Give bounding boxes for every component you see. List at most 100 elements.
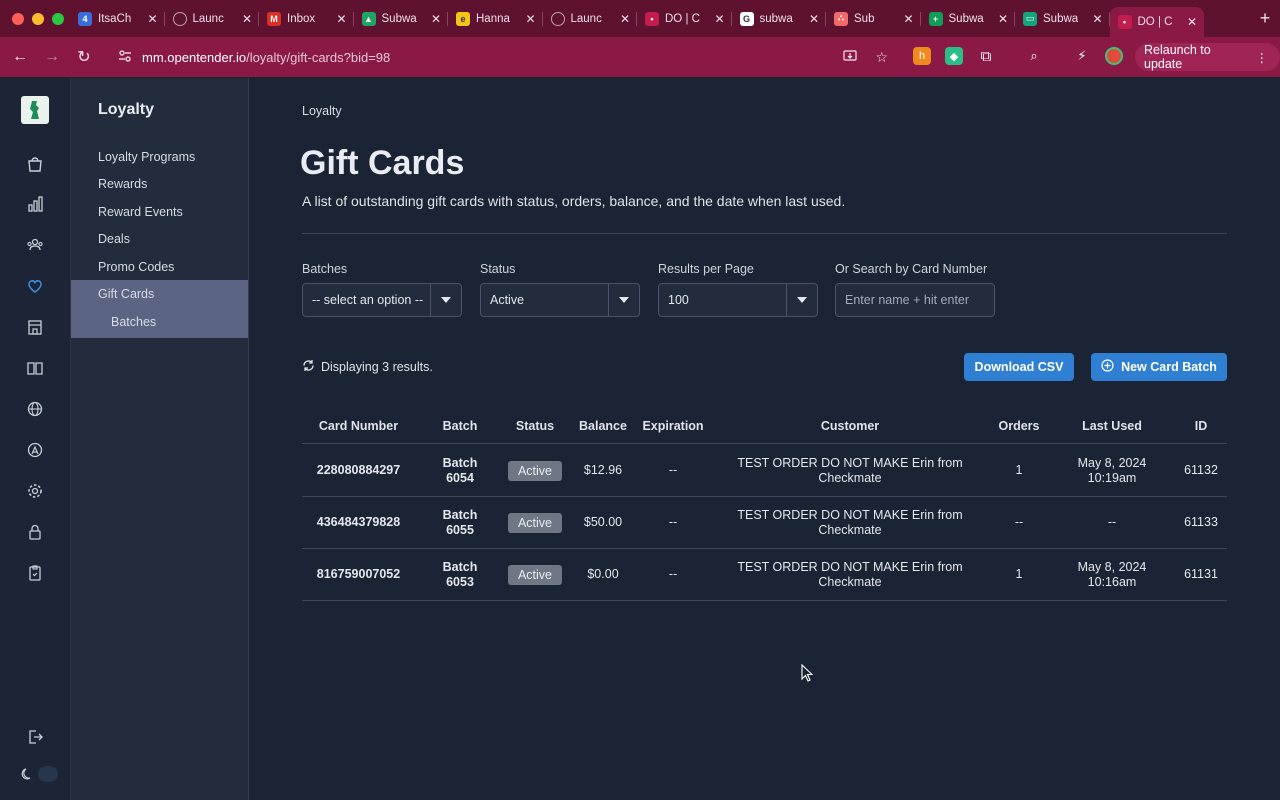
col-card-number[interactable]: Card Number <box>302 419 415 433</box>
relaunch-button[interactable]: Relaunch to update ⋮ <box>1135 43 1280 71</box>
profile-avatar[interactable] <box>1105 47 1123 65</box>
apps-store-icon[interactable] <box>25 440 45 460</box>
browser-tab[interactable]: Gsubwa ✕ <box>732 4 827 34</box>
browser-tab[interactable]: ∴ Sub ✕ <box>826 4 921 34</box>
back-icon[interactable]: ← <box>4 48 36 66</box>
close-tab-icon[interactable]: ✕ <box>336 12 348 26</box>
table-row[interactable]: 228080884297 Batch 6054 Active $12.96 -- … <box>302 445 1227 497</box>
col-balance[interactable]: Balance <box>570 419 636 433</box>
browser-tab[interactable]: e Hanna ✕ <box>448 4 543 34</box>
col-last-used[interactable]: Last Used <box>1068 419 1156 433</box>
dark-mode-toggle[interactable] <box>38 766 58 782</box>
app-logo[interactable] <box>21 96 49 124</box>
status-badge: Active <box>508 565 562 585</box>
status-badge: Active <box>508 461 562 481</box>
close-tab-icon[interactable]: ✕ <box>525 12 537 26</box>
batch-number: 6053 <box>446 575 474 589</box>
card-number[interactable]: 436484379828 <box>302 515 415 530</box>
reload-icon[interactable]: ↻ <box>68 47 100 67</box>
tab-title: Subwa <box>381 12 417 25</box>
subnav-item-deals[interactable]: Deals <box>71 225 248 252</box>
download-csv-button[interactable]: Download CSV <box>964 353 1074 381</box>
install-app-icon[interactable] <box>843 49 858 66</box>
performance-icon[interactable]: ⚡ <box>1073 47 1091 65</box>
customers-users-icon[interactable] <box>25 235 45 255</box>
batch-cell: Batch 6055 <box>430 508 490 538</box>
subnav-item-batches[interactable]: Batches <box>71 308 248 335</box>
tab-search-icon[interactable]: ⌕ <box>1025 47 1043 65</box>
batches-label: Batches <box>302 262 348 276</box>
col-customer[interactable]: Customer <box>722 419 978 433</box>
batches-select-value: -- select an option -- <box>312 293 424 307</box>
orders-bag-icon[interactable] <box>25 154 45 174</box>
table-row[interactable]: 816759007052 Batch 6053 Active $0.00 -- T… <box>302 549 1227 601</box>
browser-tab[interactable]: ▲ Subwa ✕ <box>354 4 449 34</box>
site-settings-icon[interactable] <box>118 49 132 66</box>
browser-tab[interactable]: Launc ✕ <box>165 4 260 34</box>
close-tab-icon[interactable]: ✕ <box>619 12 631 26</box>
clipboard-icon[interactable] <box>25 563 45 583</box>
table-row[interactable]: 436484379828 Batch 6055 Active $50.00 -- … <box>302 497 1227 549</box>
bookmark-star-icon[interactable]: ☆ <box>875 49 888 66</box>
security-lock-icon[interactable] <box>25 522 45 542</box>
subnav-item-reward-events[interactable]: Reward Events <box>71 198 248 225</box>
subnav-item-loyalty-programs[interactable]: Loyalty Programs <box>71 143 248 170</box>
col-id[interactable]: ID <box>1174 419 1228 433</box>
batches-select[interactable]: -- select an option -- <box>302 283 462 317</box>
close-tab-icon[interactable]: ✕ <box>430 12 442 26</box>
extension-green-icon[interactable]: ◆ <box>945 47 963 65</box>
breadcrumb[interactable]: Loyalty <box>302 104 342 118</box>
browser-tab[interactable]: + Subwa ✕ <box>921 4 1016 34</box>
col-expiration[interactable]: Expiration <box>638 419 708 433</box>
col-orders[interactable]: Orders <box>992 419 1046 433</box>
new-tab-button[interactable]: + <box>1250 8 1280 29</box>
globe-icon <box>172 11 187 26</box>
close-tab-icon[interactable]: ✕ <box>997 12 1009 26</box>
card-number[interactable]: 816759007052 <box>302 567 415 582</box>
web-globe-icon[interactable] <box>25 399 45 419</box>
settings-gear-icon[interactable] <box>25 481 45 501</box>
close-tab-icon[interactable]: ✕ <box>147 12 159 26</box>
stores-building-icon[interactable] <box>25 317 45 337</box>
close-tab-icon[interactable]: ✕ <box>714 12 726 26</box>
browser-tab[interactable]: • DO | C ✕ <box>1109 7 1204 37</box>
minimize-window-button[interactable] <box>32 12 44 25</box>
new-card-batch-button[interactable]: New Card Batch <box>1091 353 1227 381</box>
relaunch-label: Relaunch to update <box>1144 43 1211 71</box>
more-menu-icon[interactable]: ⋮ <box>1256 50 1269 65</box>
window-controls <box>0 12 70 25</box>
extensions-puzzle-icon[interactable]: ⧉ <box>977 47 995 65</box>
subnav-item-gift-cards[interactable]: Gift Cards <box>71 280 248 307</box>
card-number[interactable]: 228080884297 <box>302 463 415 478</box>
status-select[interactable]: Active <box>480 283 640 317</box>
browser-tab[interactable]: 4 ItsaCh ✕ <box>70 4 165 34</box>
last-used: May 8, 2024 10:16am <box>1068 560 1156 590</box>
address-bar[interactable]: mm.opentender.io/loyalty/gift-cards?bid=… <box>106 42 898 72</box>
close-tab-icon[interactable]: ✕ <box>808 12 820 26</box>
card-number-search-input[interactable] <box>835 283 995 317</box>
browser-tab[interactable]: ▭ Subwa ✕ <box>1015 4 1110 34</box>
reports-chart-icon[interactable] <box>25 194 45 214</box>
close-tab-icon[interactable]: ✕ <box>1186 15 1198 29</box>
logout-icon[interactable] <box>25 727 45 747</box>
browser-tab[interactable]: Launc ✕ <box>543 4 638 34</box>
close-tab-icon[interactable]: ✕ <box>1092 12 1104 26</box>
subnav-item-promo-codes[interactable]: Promo Codes <box>71 253 248 280</box>
col-batch[interactable]: Batch <box>430 419 490 433</box>
extension-honey-icon[interactable]: h <box>913 47 931 65</box>
refresh-icon[interactable] <box>302 359 315 375</box>
browser-tab[interactable]: M Inbox ✕ <box>259 4 354 34</box>
col-status[interactable]: Status <box>505 419 565 433</box>
results-per-page-select[interactable]: 100 <box>658 283 818 317</box>
subnav-item-rewards[interactable]: Rewards <box>71 170 248 197</box>
forward-icon[interactable]: → <box>36 48 68 66</box>
close-tab-icon[interactable]: ✕ <box>241 12 253 26</box>
close-window-button[interactable] <box>12 12 24 25</box>
browser-tab[interactable]: • DO | C ✕ <box>637 4 732 34</box>
close-tab-icon[interactable]: ✕ <box>903 12 915 26</box>
loyalty-heart-icon[interactable] <box>25 276 45 296</box>
batch-number: 6055 <box>446 523 474 537</box>
maximize-window-button[interactable] <box>52 12 64 25</box>
balance: $0.00 <box>587 567 619 581</box>
menus-book-icon[interactable] <box>25 358 45 378</box>
